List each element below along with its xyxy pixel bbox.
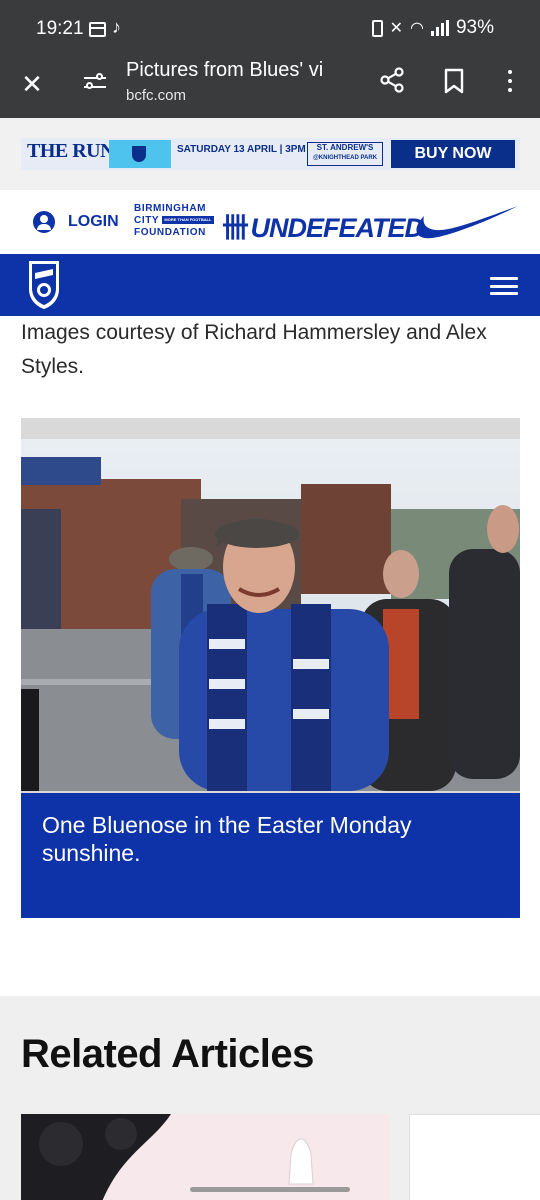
more-options-icon[interactable] [498,68,522,94]
article-intro: Images courtesy of Richard Hammersley an… [21,321,487,378]
opponent-badge-icon [109,140,171,168]
ad-area: THE RUN-IN SATURDAY 13 APRIL | 3PM ST. A… [0,118,540,190]
ad-banner[interactable]: THE RUN-IN SATURDAY 13 APRIL | 3PM ST. A… [21,138,520,170]
nike-swoosh-icon[interactable] [410,202,520,242]
tiktok-icon: ♪ [112,17,121,37]
calendar-icon [89,22,106,37]
signal-icon [430,20,449,36]
battery-saver-icon [371,19,383,37]
related-article-card[interactable] [409,1114,540,1200]
login-link[interactable]: LOGIN [68,213,119,231]
foundation-line3: FOUNDATION [134,227,206,238]
foundation-line1: BIRMINGHAM [134,203,207,214]
foundation-logo[interactable]: BIRMINGHAM CITY MORE THAN FOOTBALL FOUND… [134,203,214,239]
ad-date: SATURDAY 13 APRIL | 3PM [177,144,306,155]
foundation-line2: CITY [134,215,159,226]
undefeated-mark-icon: 卌 [222,213,251,243]
close-button[interactable]: ✕ [16,68,48,100]
foundation-tag: MORE THAN FOOTBALL [162,216,214,225]
undefeated-text: UNDEFEATED [250,213,425,243]
undefeated-logo[interactable]: 卌 UNDEFEATED [222,206,425,245]
caption-box: One Bluenose in the Easter Monday sunshi… [21,793,520,918]
club-crest-icon[interactable] [26,259,62,311]
status-bar: 19:21 ♪ ✕ ◠ 93% [0,0,540,56]
sponsor-bar: LOGIN BIRMINGHAM CITY MORE THAN FOOTBALL… [0,190,540,254]
page-domain: bcfc.com [126,87,187,104]
mute-icon: ✕ [389,20,403,37]
buy-now-button[interactable]: BUY NOW [391,140,515,168]
share-icon[interactable] [378,66,406,94]
user-icon[interactable] [33,211,55,233]
bookmark-icon[interactable] [443,68,465,94]
status-icons: ✕ ◠ 93% [371,17,494,39]
site-settings-icon[interactable] [84,72,106,92]
ad-stadium: ST. ANDREW'S @KNIGHTHEAD PARK [307,142,383,166]
browser-toolbar: ✕ Pictures from Blues' vi bcfc.com [0,56,540,118]
photo-figure: One Bluenose in the Easter Monday sunshi… [21,418,520,918]
article-photo[interactable] [21,439,520,791]
page-title: Pictures from Blues' vi [126,59,324,81]
hamburger-menu-icon[interactable] [490,277,518,295]
battery-percent: 93% [455,17,494,38]
foundation-line2-row: CITY MORE THAN FOOTBALL [134,215,214,227]
status-time: 19:21 [36,18,84,39]
wifi-icon: ◠ [410,20,424,37]
related-articles-title: Related Articles [21,1032,314,1076]
photo-caption: One Bluenose in the Easter Monday sunshi… [42,812,412,866]
gesture-bar[interactable] [190,1187,350,1192]
club-nav [0,254,540,316]
related-articles-section: Related Articles [0,996,540,1200]
ad-stadium-sub: @KNIGHTHEAD PARK [312,155,378,161]
